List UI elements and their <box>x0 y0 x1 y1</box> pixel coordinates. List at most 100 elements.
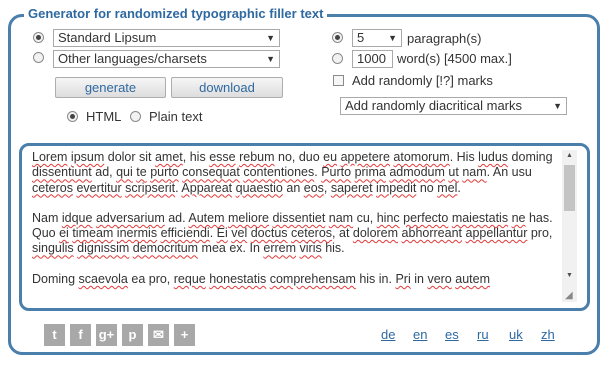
misspelled-word: esse <box>209 150 236 164</box>
misspelled-word: Purto <box>321 165 352 180</box>
misspelled-word: appetere <box>340 150 390 164</box>
misspelled-word: Pri <box>395 271 411 286</box>
text-run: dolor sit <box>104 150 155 164</box>
generator-legend: Generator for randomized typographic fil… <box>24 6 328 21</box>
format-radio-html[interactable] <box>67 111 78 122</box>
misspelled-word: ne <box>511 210 526 225</box>
misspelled-word: timeam <box>72 226 114 241</box>
misspelled-word: ei <box>59 226 69 241</box>
text-run: ea pro, <box>127 271 174 286</box>
misspelled-word: hinc <box>376 210 400 225</box>
format-radio-plain[interactable] <box>130 111 141 122</box>
misspelled-word: democritum <box>132 241 199 256</box>
misspelled-word: maiestatis <box>451 210 509 225</box>
pinterest-icon[interactable]: p <box>122 324 143 346</box>
download-button[interactable]: download <box>171 77 283 98</box>
text-run: his. <box>321 241 345 256</box>
source-select-standard[interactable]: Standard Lipsum ▼ <box>53 29 280 47</box>
misspelled-word: eos <box>303 180 324 195</box>
text-run: an <box>282 180 304 195</box>
scrollbar-thumb[interactable] <box>564 165 575 211</box>
text-run: . <box>457 180 461 195</box>
text-run: mea ex. In <box>198 241 264 256</box>
misspelled-word: qui <box>116 165 133 180</box>
text-run: his in. <box>355 271 396 286</box>
misspelled-word: scripserit <box>125 180 176 195</box>
output-paragraph-2: Nam idque adversarium ad. Autem meliore … <box>32 211 561 257</box>
misspelled-word: nam <box>462 165 487 180</box>
misspelled-word: errem <box>263 241 297 256</box>
diacritical-select-value: Add randomly diacritical marks <box>345 98 523 113</box>
misspelled-word: abhorreant <box>401 226 463 241</box>
misspelled-word: dignissim <box>77 241 130 256</box>
misspelled-word: ipsum <box>70 150 105 164</box>
misspelled-word: dissentiunt <box>32 165 92 180</box>
chevron-down-icon: ▼ <box>266 33 275 43</box>
misspelled-word: dolorem <box>352 226 399 241</box>
source-select-other-value: Other languages/charsets <box>58 51 207 66</box>
misspelled-word: admodum <box>389 165 445 180</box>
misspelled-word: adversarium <box>95 210 165 225</box>
generate-button[interactable]: generate <box>55 77 166 98</box>
source-radio-other[interactable] <box>33 52 44 63</box>
words-input[interactable]: 1000 <box>352 50 393 68</box>
facebook-icon[interactable]: f <box>70 324 91 346</box>
misspelled-word: vel <box>231 226 248 241</box>
language-link-zh[interactable]: zh <box>541 327 555 342</box>
misspelled-word: honestatis <box>209 271 267 286</box>
text-run: Nam <box>32 210 62 225</box>
paragraphs-value: 5 <box>357 30 365 45</box>
output-textarea[interactable]: Lorem ipsum dolor sit amet, his esse reb… <box>32 150 561 303</box>
misspelled-word: singulis <box>32 241 74 256</box>
random-marks-checkbox[interactable] <box>333 75 344 86</box>
output-scrollbar[interactable]: ▲ ▼ <box>562 150 577 302</box>
paragraphs-select[interactable]: 5 ▼ <box>352 29 402 47</box>
paragraphs-label: paragraph(s) <box>407 31 482 46</box>
misspelled-word: autem <box>455 271 490 286</box>
format-html-label: HTML <box>86 109 122 124</box>
misspelled-word: prima <box>354 165 386 180</box>
scroll-up-icon[interactable]: ▲ <box>562 152 577 159</box>
misspelled-word: eu <box>323 150 338 164</box>
more-icon[interactable]: + <box>174 324 195 346</box>
misspelled-word: amet <box>154 150 183 164</box>
language-link-es[interactable]: es <box>445 327 459 342</box>
language-link-de[interactable]: de <box>381 327 395 342</box>
google-plus-icon[interactable]: g+ <box>96 324 117 346</box>
source-select-other[interactable]: Other languages/charsets ▼ <box>53 50 280 68</box>
misspelled-word: te <box>136 165 147 180</box>
text-run: , at <box>332 226 353 241</box>
misspelled-word: Lorem <box>32 150 68 164</box>
source-radio-standard[interactable] <box>33 32 44 43</box>
misspelled-word: ceteros <box>32 180 73 195</box>
text-run: pro, <box>527 226 553 241</box>
misspelled-word: comprehensam <box>269 271 356 286</box>
misspelled-word: doctus <box>250 226 288 241</box>
paragraphs-radio[interactable] <box>332 32 343 43</box>
text-run: no, duo <box>274 150 324 164</box>
text-run: cu, <box>353 210 377 225</box>
text-run: doming <box>508 150 553 164</box>
misspelled-word: consequat <box>182 165 240 180</box>
email-icon[interactable]: ✉ <box>148 324 169 346</box>
scroll-down-icon[interactable]: ▼ <box>562 272 577 279</box>
twitter-icon[interactable]: t <box>44 324 65 346</box>
misspelled-word: ceteros <box>291 226 333 241</box>
text-run: , <box>323 180 331 195</box>
language-link-ru[interactable]: ru <box>477 327 489 342</box>
misspelled-word: ludus <box>478 150 509 164</box>
misspelled-word: impedit <box>376 180 417 195</box>
diacritical-select[interactable]: Add randomly diacritical marks ▼ <box>340 97 567 115</box>
output-paragraph-1: Lorem ipsum dolor sit amet, his esse reb… <box>32 150 561 196</box>
misspelled-word: purto <box>150 165 179 180</box>
misspelled-word: saperet <box>330 180 373 195</box>
words-radio[interactable] <box>332 53 343 64</box>
resize-grip-icon[interactable]: ◢ <box>565 290 573 301</box>
misspelled-word: atomorum <box>393 150 450 164</box>
misspelled-word: evertitur <box>76 180 122 195</box>
text-run: . <box>209 226 217 241</box>
language-link-en[interactable]: en <box>413 327 427 342</box>
misspelled-word: appellantur <box>465 226 528 241</box>
misspelled-word: vero <box>427 271 452 286</box>
language-link-uk[interactable]: uk <box>509 327 523 342</box>
